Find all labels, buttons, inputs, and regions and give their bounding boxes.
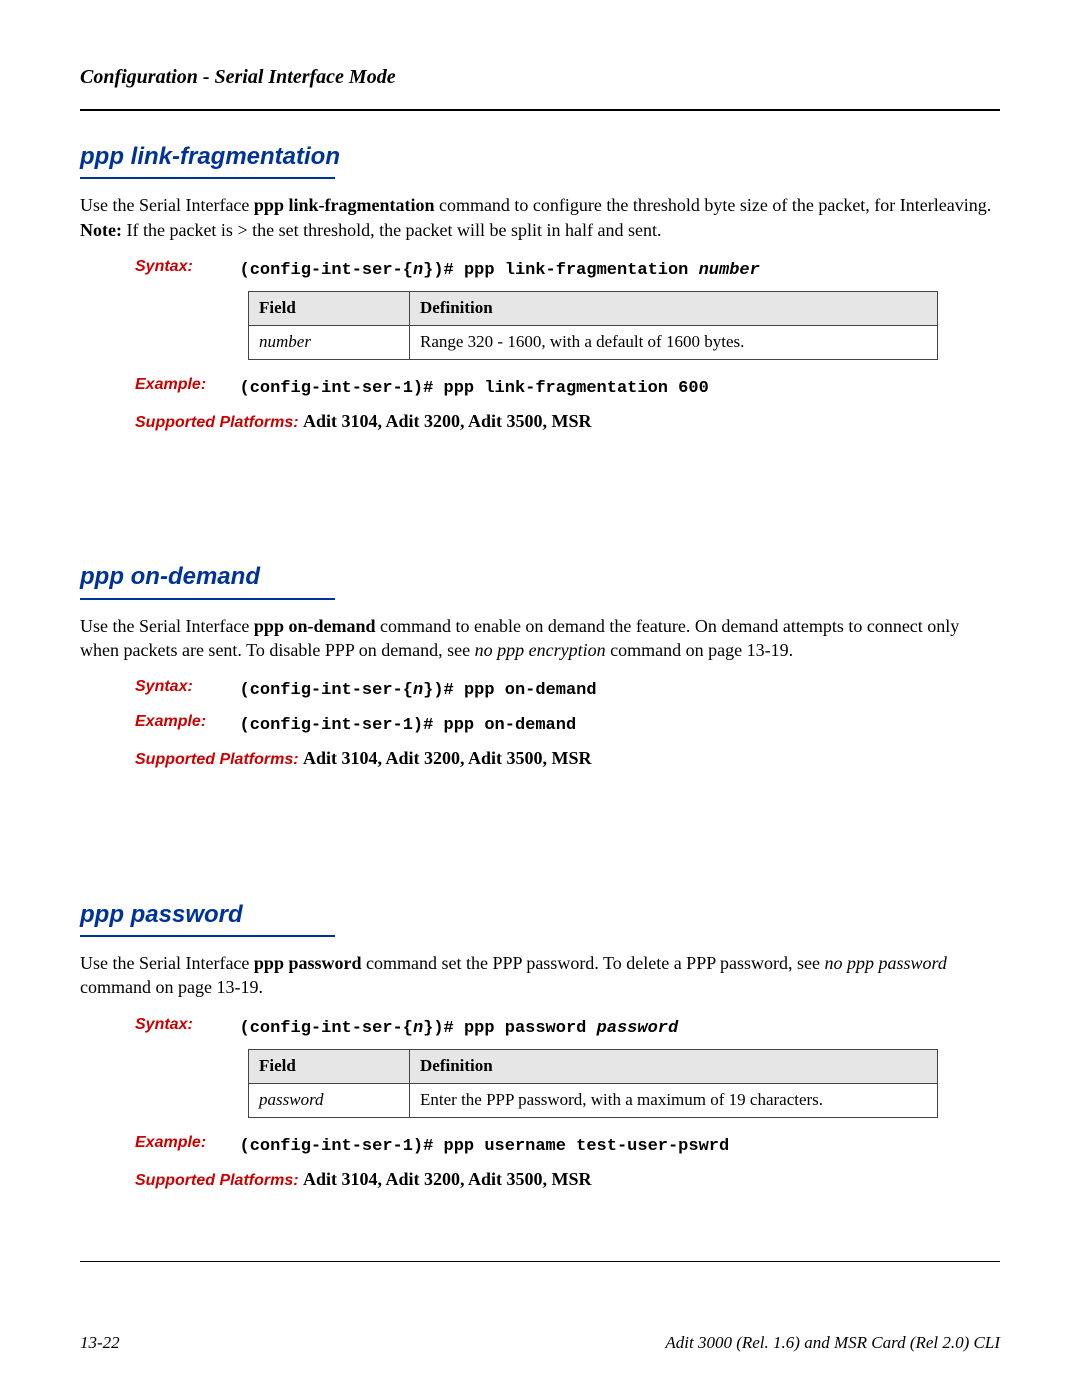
- table-header-row: Field Definition: [249, 291, 938, 325]
- syntax-prefix: (config-int-ser-{: [240, 681, 413, 700]
- desc-command-name: ppp link-fragmentation: [254, 195, 435, 215]
- example-label: Example:: [135, 374, 235, 396]
- supported-platforms-value: Adit 3104, Adit 3200, Adit 3500, MSR: [303, 411, 592, 431]
- syntax-suffix: })# ppp link-fragmentation: [423, 261, 698, 280]
- syntax-code: (config-int-ser-{n})# ppp link-fragmenta…: [240, 261, 760, 280]
- page-section-header: Configuration - Serial Interface Mode: [80, 64, 1000, 91]
- syntax-row: Syntax: (config-int-ser-{n})# ppp link-f…: [135, 256, 1000, 283]
- document-id: Adit 3000 (Rel. 1.6) and MSR Card (Rel 2…: [665, 1332, 1000, 1355]
- syntax-param: number: [699, 261, 760, 280]
- syntax-row: Syntax: (config-int-ser-{n})# ppp passwo…: [135, 1014, 1000, 1041]
- ondemand-description: Use the Serial Interface ppp on-demand c…: [80, 614, 1000, 663]
- example-row: Example: (config-int-ser-1)# ppp on-dema…: [135, 711, 1000, 738]
- example-code: (config-int-ser-1)# ppp on-demand: [240, 716, 577, 735]
- example-row: Example: (config-int-ser-1)# ppp usernam…: [135, 1132, 1000, 1159]
- section-title-link-fragmentation: ppp link-fragmentation: [80, 141, 1000, 173]
- syntax-label: Syntax:: [135, 256, 235, 278]
- platforms-row: Supported Platforms: Adit 3104, Adit 320…: [135, 409, 1000, 434]
- desc-text: Use the Serial Interface: [80, 616, 254, 636]
- desc-text: If the packet is > the set threshold, th…: [122, 220, 662, 240]
- syntax-label: Syntax:: [135, 1014, 235, 1036]
- table-header-field: Field: [249, 1049, 410, 1083]
- syntax-suffix: })# ppp password: [423, 1019, 596, 1038]
- page-footer: 13-22 Adit 3000 (Rel. 1.6) and MSR Card …: [80, 1332, 1000, 1355]
- syntax-prefix: (config-int-ser-{: [240, 261, 413, 280]
- example-row: Example: (config-int-ser-1)# ppp link-fr…: [135, 374, 1000, 401]
- syntax-code: (config-int-ser-{n})# ppp on-demand: [240, 681, 597, 700]
- password-definition-table: Field Definition password Enter the PPP …: [248, 1049, 938, 1118]
- desc-text: Use the Serial Interface: [80, 953, 254, 973]
- table-cell-definition: Range 320 - 1600, with a default of 1600…: [410, 325, 938, 359]
- table-row: password Enter the PPP password, with a …: [249, 1083, 938, 1117]
- syntax-code: (config-int-ser-{n})# ppp password passw…: [240, 1019, 679, 1038]
- table-header-definition: Definition: [410, 1049, 938, 1083]
- desc-text: Use the Serial Interface: [80, 195, 254, 215]
- table-header-field: Field: [249, 291, 410, 325]
- linkfrag-description: Use the Serial Interface ppp link-fragme…: [80, 193, 1000, 242]
- header-rule: [80, 109, 1000, 111]
- example-code: (config-int-ser-1)# ppp username test-us…: [240, 1137, 730, 1156]
- section-title-underline: [80, 935, 335, 937]
- platforms-row: Supported Platforms: Adit 3104, Adit 320…: [135, 1167, 1000, 1192]
- desc-crossref: no ppp encryption: [475, 640, 606, 660]
- syntax-row: Syntax: (config-int-ser-{n})# ppp on-dem…: [135, 676, 1000, 703]
- supported-platforms-label: Supported Platforms:: [135, 414, 303, 431]
- example-label: Example:: [135, 1132, 235, 1154]
- syntax-suffix: })# ppp on-demand: [423, 681, 596, 700]
- syntax-var: n: [413, 681, 423, 700]
- desc-text: command set the PPP password. To delete …: [361, 953, 824, 973]
- password-description: Use the Serial Interface ppp password co…: [80, 951, 1000, 1000]
- example-label: Example:: [135, 711, 235, 733]
- desc-command-name: ppp password: [254, 953, 362, 973]
- syntax-param: password: [597, 1019, 679, 1038]
- table-header-row: Field Definition: [249, 1049, 938, 1083]
- section-title-on-demand: ppp on-demand: [80, 561, 1000, 593]
- syntax-prefix: (config-int-ser-{: [240, 1019, 413, 1038]
- desc-text: command to configure the threshold byte …: [434, 195, 991, 215]
- table-row: number Range 320 - 1600, with a default …: [249, 325, 938, 359]
- section-title-underline: [80, 598, 335, 600]
- desc-crossref: no ppp password: [825, 953, 947, 973]
- table-cell-field: number: [249, 325, 410, 359]
- table-cell-field: password: [249, 1083, 410, 1117]
- desc-text: command on page 13-19.: [606, 640, 793, 660]
- desc-text: command on page 13-19.: [80, 977, 263, 997]
- table-header-definition: Definition: [410, 291, 938, 325]
- syntax-var: n: [413, 261, 423, 280]
- linkfrag-definition-table: Field Definition number Range 320 - 1600…: [248, 291, 938, 360]
- platforms-row: Supported Platforms: Adit 3104, Adit 320…: [135, 746, 1000, 771]
- table-cell-definition: Enter the PPP password, with a maximum o…: [410, 1083, 938, 1117]
- footer-rule: [80, 1261, 1000, 1262]
- section-title-password: ppp password: [80, 899, 1000, 931]
- section-title-underline: [80, 177, 335, 179]
- example-code: (config-int-ser-1)# ppp link-fragmentati…: [240, 379, 709, 398]
- page-number: 13-22: [80, 1332, 120, 1355]
- desc-note-label: Note:: [80, 220, 122, 240]
- syntax-label: Syntax:: [135, 676, 235, 698]
- syntax-var: n: [413, 1019, 423, 1038]
- desc-command-name: ppp on-demand: [254, 616, 376, 636]
- supported-platforms-value: Adit 3104, Adit 3200, Adit 3500, MSR: [303, 1169, 592, 1189]
- supported-platforms-label: Supported Platforms:: [135, 751, 303, 768]
- supported-platforms-value: Adit 3104, Adit 3200, Adit 3500, MSR: [303, 748, 592, 768]
- supported-platforms-label: Supported Platforms:: [135, 1172, 303, 1189]
